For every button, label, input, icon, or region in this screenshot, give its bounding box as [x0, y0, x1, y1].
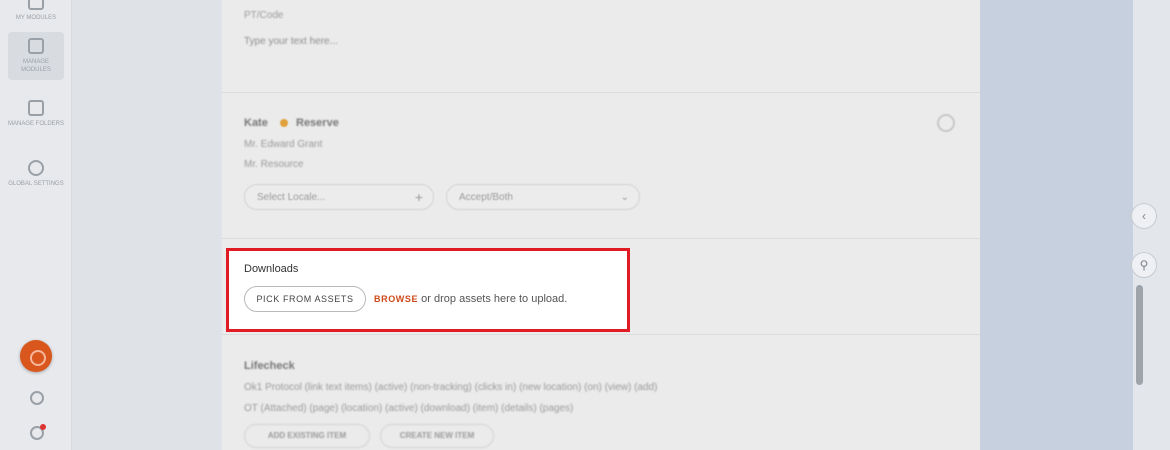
more-options-icon[interactable] — [937, 114, 955, 132]
access-select-value: Accept/Both — [459, 192, 513, 203]
right-column — [980, 0, 1135, 450]
text-input[interactable]: Type your text here... — [244, 36, 338, 48]
add-existing-label: ADD EXISTING ITEM — [267, 431, 347, 440]
content-panel: PT/Code Type your text here... Kate Rese… — [222, 0, 980, 450]
section-title: Lifecheck — [244, 360, 295, 372]
folder-icon — [28, 100, 44, 116]
divider — [222, 92, 980, 93]
notification-badge — [40, 424, 46, 430]
create-new-button[interactable]: CREATE NEW ITEM — [380, 424, 494, 448]
downloads-section: Downloads PICK FROM ASSETS BROWSE or dro… — [226, 248, 630, 332]
locale-select[interactable]: Select Locale... + — [244, 184, 434, 210]
collapse-panel-button[interactable]: ‹ — [1131, 203, 1157, 229]
drop-instructions: or drop assets here to upload. — [418, 293, 568, 305]
create-new-label: CREATE NEW ITEM — [399, 431, 475, 440]
rail-item-my-modules[interactable]: MY MODULES — [8, 0, 64, 22]
chevron-down-icon: ⌄ — [620, 192, 629, 203]
rail-item-manage-modules[interactable]: MANAGE MODULES — [8, 32, 64, 80]
locale-select-value: Select Locale... — [257, 192, 326, 203]
divider — [222, 238, 980, 239]
globe-icon — [28, 160, 44, 176]
pick-from-assets-button[interactable]: PICK FROM ASSETS — [244, 286, 366, 312]
access-select[interactable]: Accept/Both ⌄ — [446, 184, 640, 210]
section-line-1: Ok1 Protocol (link text items) (active) … — [244, 382, 658, 393]
row-line-1: Mr. Edward Grant — [244, 139, 323, 150]
left-gutter — [72, 0, 222, 450]
row-line-2: Mr. Resource — [244, 159, 304, 170]
top-field-label: PT/Code — [244, 10, 284, 21]
rail-item-label: MANAGE FOLDERS — [8, 121, 65, 127]
rail-item-manage-folders[interactable]: MANAGE FOLDERS — [8, 100, 64, 128]
upload-dropzone[interactable]: BROWSE or drop assets here to upload. — [374, 293, 567, 305]
left-nav-rail: MY MODULES MANAGE MODULES MANAGE FOLDERS… — [0, 0, 72, 450]
chat-fab-button[interactable] — [20, 340, 52, 372]
row-status: Reserve — [296, 117, 339, 129]
divider — [222, 334, 980, 335]
section-line-2: OT (Attached) (page) (location) (active)… — [244, 403, 574, 414]
link-icon[interactable]: ⚲ — [1131, 252, 1157, 278]
scrollbar-thumb[interactable] — [1136, 285, 1143, 385]
rail-item-global-settings[interactable]: GLOBAL SETTINGS — [8, 160, 64, 188]
modules-icon — [28, 0, 44, 10]
downloads-title: Downloads — [244, 263, 299, 275]
rail-item-label: MANAGE MODULES — [21, 59, 51, 73]
status-dot — [280, 119, 288, 127]
rail-item-label: GLOBAL SETTINGS — [8, 181, 64, 187]
help-icon[interactable] — [30, 391, 44, 405]
add-existing-button[interactable]: ADD EXISTING ITEM — [244, 424, 370, 448]
rail-item-label: MY MODULES — [15, 15, 57, 21]
row-name: Kate — [244, 117, 268, 129]
browse-link[interactable]: BROWSE — [374, 294, 418, 304]
plus-icon[interactable]: + — [415, 189, 423, 205]
stack-icon — [28, 38, 44, 54]
